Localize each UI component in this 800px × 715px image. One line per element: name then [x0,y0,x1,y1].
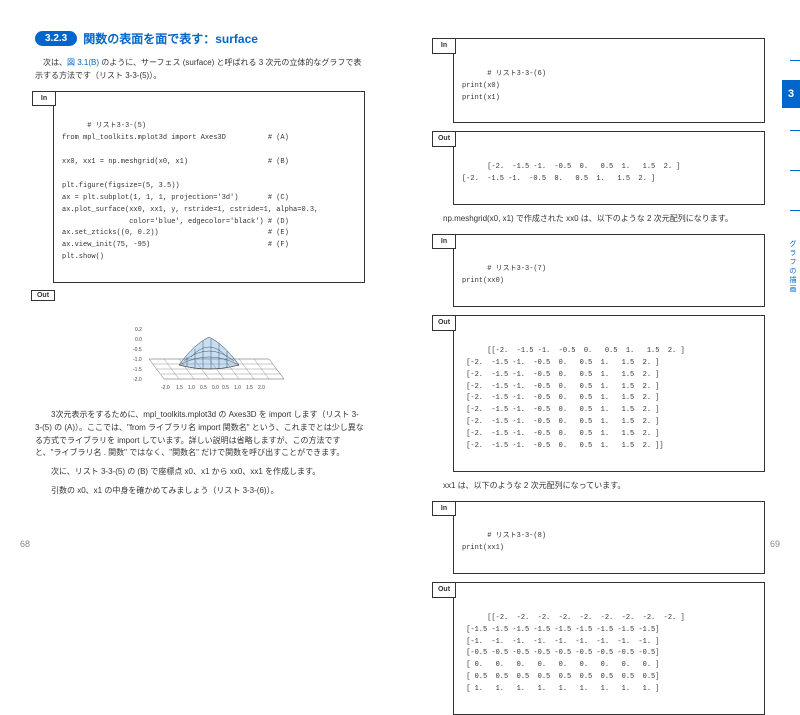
svg-text:1.5: 1.5 [176,385,183,391]
section-header: 3.2.3 関数の表面を面で表す：surface [35,30,365,47]
paragraph-1: 次は、図 3.1(B) のように、サーフェス (surface) と呼ばれる 3… [35,57,365,83]
code-content-5: # リスト3-3-(5) from mpl_toolkits.mplot3d i… [62,122,318,261]
svg-text:0.5: 0.5 [222,385,229,391]
output-3-3-7: Out [[-2. -1.5 -1. -0.5 0. 0.5 1. 1.5 2.… [453,315,765,472]
svg-text:0.0: 0.0 [135,337,142,343]
code-content-8: # リスト3-3-(8) print(xx1) [462,532,546,552]
code-listing-3-3-7: In # リスト3-3-(7) print(xx0) [453,234,765,307]
svg-text:0.5: 0.5 [200,385,207,391]
page-spread: 3.2.3 関数の表面を面で表す：surface 次は、図 3.1(B) のよう… [0,0,800,567]
page-number-left: 68 [20,539,30,549]
svg-text:-1.0: -1.0 [133,357,142,363]
paragraph-6: xx1 は、以下のような 2 次元配列になっています。 [435,480,765,493]
svg-text:0.2: 0.2 [135,327,142,333]
p1a: 次は、 [35,58,67,67]
surface-plot-output: Out [53,291,365,401]
figure-link: 図 3.1(B) [67,58,99,67]
code-listing-3-3-8: In # リスト3-3-(8) print(xx1) [453,501,765,574]
svg-text:0.0: 0.0 [212,385,219,391]
section-title: 関数の表面を面で表す：surface [83,30,258,47]
page-right: 3 グラフの描画 In # リスト3-3-(6) print(x0) print… [400,0,800,567]
svg-text:-1.5: -1.5 [133,367,142,373]
code-listing-3-3-5: In # リスト3-3-(5) from mpl_toolkits.mplot3… [53,91,365,283]
code-content-6: # リスト3-3-(6) print(x0) print(x1) [462,70,546,102]
out-content-6: [-2. -1.5 -1. -0.5 0. 0.5 1. 1.5 2. ] [-… [462,163,680,183]
chapter-tab: 3 [782,80,800,108]
code-listing-3-3-6: In # リスト3-3-(6) print(x0) print(x1) [453,38,765,123]
paragraph-2: 3次元表示をするために、mpl_toolkits.mplot3d の Axes3… [35,409,365,460]
out-label-icon: Out [432,131,456,147]
paragraph-4: 引数の x0、x1 の中身を確かめてみましょう（リスト 3-3-(6)）。 [35,485,365,498]
page-left: 3.2.3 関数の表面を面で表す：surface 次は、図 3.1(B) のよう… [0,0,400,567]
svg-text:-2.0: -2.0 [133,377,142,383]
svg-text:2.0: 2.0 [258,385,265,391]
surface-plot-svg: 0.2 0.0 -0.5 -1.0 -1.5 -2.0 -2.0 1.5 1.0 0… [109,291,309,401]
paragraph-3: 次に、リスト 3-3-(5) の (B) で座標点 x0、x1 から xx0、x… [35,466,365,479]
in-label-icon: In [432,501,456,517]
svg-text:1.0: 1.0 [234,385,241,391]
out-content-8: [[-2. -2. -2. -2. -2. -2. -2. -2. -2. ] … [462,614,685,693]
chapter-side-label: グラフの描画 [787,240,797,294]
svg-text:1.0: 1.0 [188,385,195,391]
out-label-icon: Out [31,290,55,301]
in-label-icon: In [432,38,456,54]
svg-text:-0.5: -0.5 [133,347,142,353]
code-content-7: # リスト3-3-(7) print(xx0) [462,265,546,285]
paragraph-5: np.meshgrid(x0, x1) で作成された xx0 は、以下のような … [435,213,765,226]
out-label-icon: Out [432,315,456,331]
out-content-7: [[-2. -1.5 -1. -0.5 0. 0.5 1. 1.5 2. ] [… [462,347,685,450]
page-number-right: 69 [770,539,780,549]
svg-text:-2.0: -2.0 [161,385,170,391]
output-3-3-6: Out [-2. -1.5 -1. -0.5 0. 0.5 1. 1.5 2. … [453,131,765,204]
in-label-icon: In [432,234,456,250]
section-number: 3.2.3 [35,31,77,46]
svg-text:1.5: 1.5 [246,385,253,391]
in-label-icon: In [32,91,56,107]
output-3-3-8: Out [[-2. -2. -2. -2. -2. -2. -2. -2. -2… [453,582,765,715]
out-label-icon: Out [432,582,456,598]
